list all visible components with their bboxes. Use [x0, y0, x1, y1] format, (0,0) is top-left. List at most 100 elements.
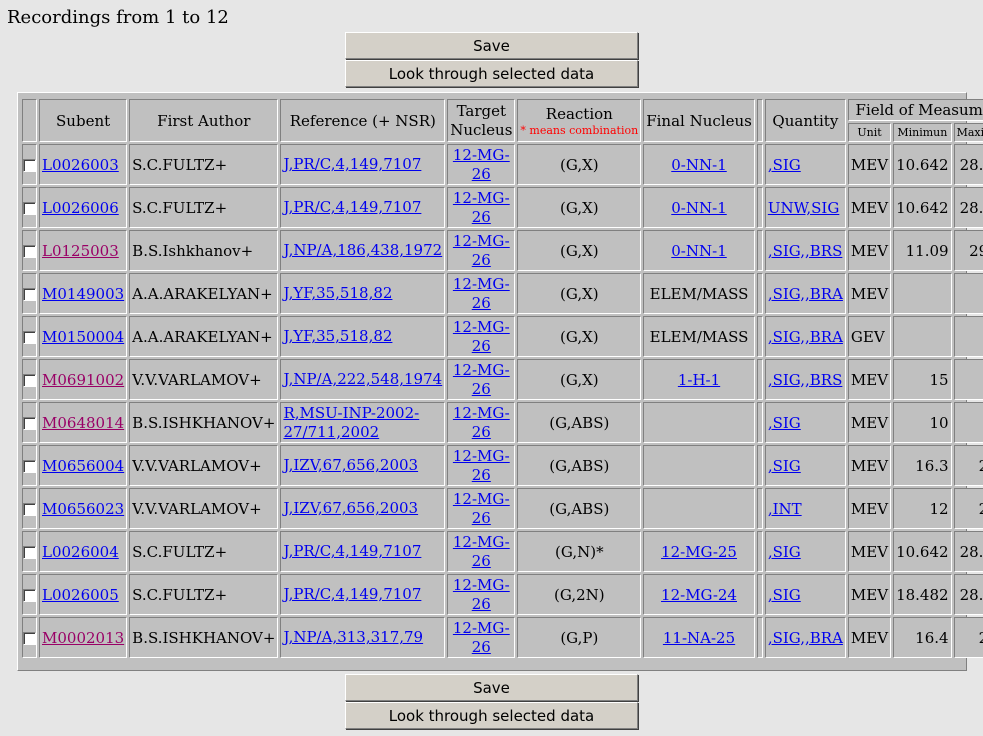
save-button-top[interactable]: Save	[345, 32, 638, 59]
reaction-cell: (G,X)	[517, 144, 642, 185]
reference-link[interactable]: J,IZV,67,656,2003	[283, 456, 418, 474]
reference-link[interactable]: J,NP/A,313,317,79	[283, 628, 423, 646]
look-through-button-bottom[interactable]: Look through selected data	[345, 702, 638, 729]
select-checkbox[interactable]	[23, 460, 36, 473]
select-checkbox[interactable]	[23, 417, 36, 430]
quantity-link[interactable]: ,INT	[768, 500, 802, 518]
subent-link[interactable]: L0026003	[42, 156, 119, 174]
quantity-link[interactable]: ,SIG,,BRS	[768, 242, 843, 260]
reference-link[interactable]: J,IZV,67,656,2003	[283, 499, 418, 517]
final-nucleus-link[interactable]: 0-NN-1	[671, 242, 726, 260]
select-checkbox[interactable]	[23, 245, 36, 258]
subent-link[interactable]: L0026004	[42, 543, 119, 561]
final-nucleus-link[interactable]: 1-H-1	[678, 371, 720, 389]
select-cell	[22, 574, 37, 615]
quantity-link[interactable]: ,SIG	[768, 543, 801, 561]
target-nucleus-link[interactable]: 12-MG-26	[453, 189, 510, 226]
header-spacer	[756, 99, 763, 142]
quantity-link[interactable]: ,SIG	[768, 586, 801, 604]
target-nucleus-link[interactable]: 12-MG-26	[453, 576, 510, 613]
reference-link[interactable]: J,NP/A,186,438,1972	[283, 241, 442, 259]
select-checkbox[interactable]	[23, 546, 36, 559]
unit-cell: MEV	[847, 359, 892, 400]
results-table: Subent First Author Reference (+ NSR) Ta…	[20, 97, 983, 660]
final-nucleus-cell: 1-H-1	[643, 359, 755, 400]
reference-cell: J,PR/C,4,149,7107	[280, 144, 446, 185]
target-nucleus-link[interactable]: 12-MG-26	[453, 533, 510, 570]
unit-cell: MEV	[847, 574, 892, 615]
quantity-link[interactable]: ,SIG	[768, 156, 801, 174]
look-through-button-top[interactable]: Look through selected data	[345, 60, 638, 87]
subent-link[interactable]: M0656004	[42, 457, 124, 475]
subent-link[interactable]: M0656023	[42, 500, 124, 518]
target-cell: 12-MG-26	[447, 617, 516, 658]
select-cell	[22, 144, 37, 185]
target-nucleus-link[interactable]: 12-MG-26	[453, 619, 510, 656]
subent-link[interactable]: L0026006	[42, 199, 119, 217]
subent-link[interactable]: M0002013	[42, 629, 124, 647]
subent-cell: L0026006	[39, 187, 128, 228]
subent-link[interactable]: M0150004	[42, 328, 124, 346]
final-nucleus-link[interactable]: 0-NN-1	[671, 199, 726, 217]
final-nucleus-link[interactable]: 12-MG-24	[661, 586, 737, 604]
subent-link[interactable]: L0026005	[42, 586, 119, 604]
quantity-cell: ,SIG,,BRA	[764, 316, 846, 357]
reference-link[interactable]: J,NP/A,222,548,1974	[283, 370, 442, 388]
select-checkbox[interactable]	[23, 159, 36, 172]
save-button-bottom[interactable]: Save	[345, 674, 638, 701]
reference-link[interactable]: J,YF,35,518,82	[283, 284, 392, 302]
header-reaction: Reaction * means combination	[517, 99, 642, 142]
maximum-cell: 28.621	[953, 187, 983, 228]
select-checkbox[interactable]	[23, 374, 36, 387]
select-checkbox[interactable]	[23, 632, 36, 645]
minimum-cell: 10	[893, 402, 952, 443]
reference-cell: J,NP/A,186,438,1972	[280, 230, 446, 271]
spacer-cell	[756, 144, 763, 185]
reference-cell: J,PR/C,4,149,7107	[280, 531, 446, 572]
select-checkbox[interactable]	[23, 503, 36, 516]
target-nucleus-link[interactable]: 12-MG-26	[453, 361, 510, 398]
target-nucleus-link[interactable]: 12-MG-26	[453, 490, 510, 527]
quantity-link[interactable]: ,SIG,,BRA	[768, 328, 843, 346]
quantity-link[interactable]: ,SIG	[768, 457, 801, 475]
target-nucleus-link[interactable]: 12-MG-26	[453, 146, 510, 183]
target-cell: 12-MG-26	[447, 230, 516, 271]
target-nucleus-link[interactable]: 12-MG-26	[453, 318, 510, 355]
unit-cell: MEV	[847, 187, 892, 228]
select-checkbox[interactable]	[23, 331, 36, 344]
header-reaction-label: Reaction	[545, 104, 613, 123]
spacer-cell	[756, 187, 763, 228]
quantity-link[interactable]: ,SIG,,BRA	[768, 629, 843, 647]
reference-link[interactable]: R,MSU-INP-2002-27/711,2002	[283, 404, 419, 441]
reference-link[interactable]: J,PR/C,4,149,7107	[283, 155, 421, 173]
quantity-link[interactable]: ,SIG	[768, 414, 801, 432]
target-nucleus-link[interactable]: 12-MG-26	[453, 404, 510, 441]
reference-cell: J,IZV,67,656,2003	[280, 445, 446, 486]
target-nucleus-link[interactable]: 12-MG-26	[453, 275, 510, 312]
subent-link[interactable]: M0691002	[42, 371, 124, 389]
target-nucleus-link[interactable]: 12-MG-26	[453, 232, 510, 269]
select-checkbox[interactable]	[23, 288, 36, 301]
select-cell	[22, 273, 37, 314]
select-checkbox[interactable]	[23, 589, 36, 602]
reference-link[interactable]: J,PR/C,4,149,7107	[283, 198, 421, 216]
select-cell	[22, 359, 37, 400]
final-nucleus-link[interactable]: 0-NN-1	[671, 156, 726, 174]
final-nucleus-link[interactable]: 11-NA-25	[663, 629, 735, 647]
target-nucleus-link[interactable]: 12-MG-26	[453, 447, 510, 484]
subent-link[interactable]: M0648014	[42, 414, 124, 432]
reference-link[interactable]: J,PR/C,4,149,7107	[283, 542, 421, 560]
final-nucleus-link[interactable]: 12-MG-25	[661, 543, 737, 561]
quantity-link[interactable]: ,SIG,,BRA	[768, 285, 843, 303]
quantity-link[interactable]: UNW,SIG	[768, 199, 840, 217]
reference-link[interactable]: J,YF,35,518,82	[283, 327, 392, 345]
subent-link[interactable]: L0125003	[42, 242, 119, 260]
select-checkbox[interactable]	[23, 202, 36, 215]
reference-link[interactable]: J,PR/C,4,149,7107	[283, 585, 421, 603]
unit-cell: GEV	[847, 316, 892, 357]
unit-cell: MEV	[847, 273, 892, 314]
subent-link[interactable]: M0149003	[42, 285, 124, 303]
maximum-cell: 28.2	[953, 445, 983, 486]
quantity-link[interactable]: ,SIG,,BRS	[768, 371, 843, 389]
spacer-cell	[756, 445, 763, 486]
